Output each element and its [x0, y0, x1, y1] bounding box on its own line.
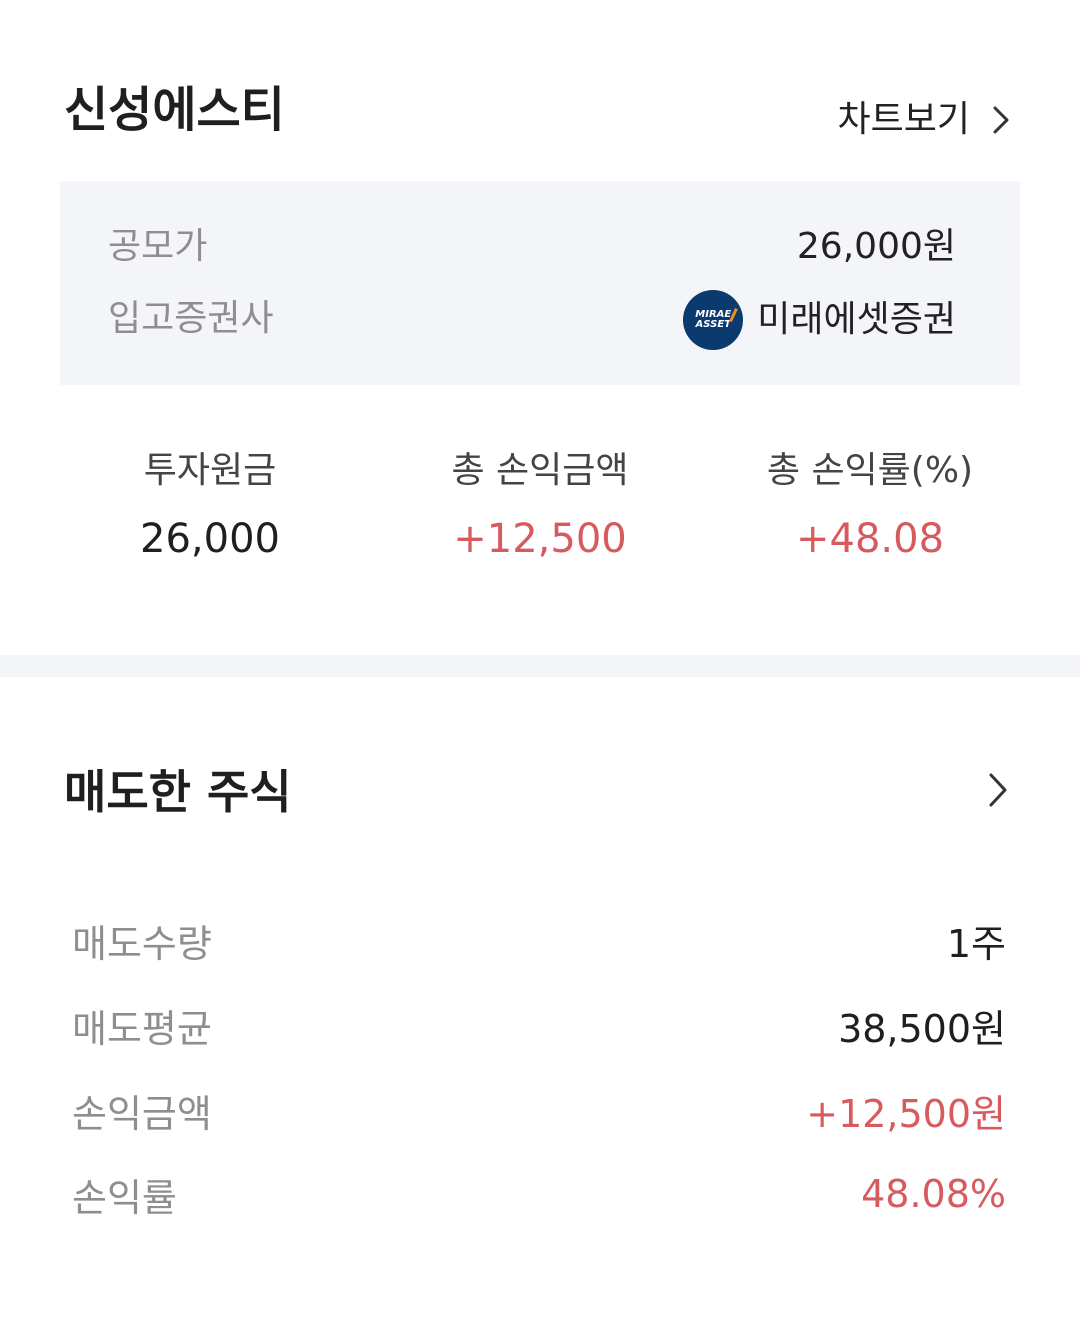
summary-value: 26,000 [140, 516, 280, 562]
offer-price-value: 26,000원 [796, 226, 956, 267]
summary-label: 총 손익금액 [451, 450, 629, 491]
sold-average-row: 매도평균 38,500원 [72, 995, 1006, 1055]
broker-name: 미래에셋증권 [757, 299, 956, 340]
chart-view-link[interactable]: 차트보기 [838, 94, 1010, 146]
broker-logo: MIRAE ASSET [683, 290, 744, 350]
summary-principal: 투자원금 26,000 [40, 445, 380, 567]
section-divider [0, 655, 1080, 677]
row-label: 손익금액 [72, 1091, 212, 1136]
row-label: 매도평균 [72, 1006, 212, 1051]
offer-price-label: 공모가 [108, 226, 208, 267]
row-label: 매도수량 [72, 921, 212, 966]
broker-logo-text-bottom: ASSET [695, 319, 731, 330]
chevron-right-icon [992, 105, 1010, 135]
summary-value: +48.08 [795, 516, 945, 562]
return-rate-row: 손익률 48.08% [72, 1164, 1006, 1224]
summary-value: +12,500 [453, 516, 627, 562]
chart-view-label: 차트보기 [837, 99, 970, 140]
row-value: 38,500원 [838, 1006, 1006, 1051]
chevron-right-icon[interactable] [988, 772, 1008, 808]
row-label: 손익률 [72, 1175, 177, 1220]
summary-total-profit: 총 손익금액 +12,500 [370, 445, 710, 567]
row-value: +12,500원 [806, 1091, 1006, 1136]
row-value: 1주 [946, 921, 1006, 966]
broker: MIRAE ASSET 미래에셋증권 [683, 290, 956, 350]
summary-label: 투자원금 [143, 450, 277, 491]
broker-label: 입고증권사 [108, 298, 274, 339]
profit-amount-row: 손익금액 +12,500원 [72, 1080, 1006, 1140]
summary-total-return-rate: 총 손익률(%) +48.08 [700, 445, 1040, 567]
sold-quantity-row: 매도수량 1주 [72, 910, 1006, 970]
sold-stocks-title[interactable]: 매도한 주식 [64, 760, 292, 824]
row-value: 48.08% [861, 1172, 1006, 1216]
ipo-info-panel: 공모가 26,000원 입고증권사 MIRAE ASSET 미래에셋증권 [60, 181, 1020, 385]
summary-label: 총 손익률(%) [766, 450, 974, 491]
stock-name: 신성에스티 [64, 82, 285, 138]
